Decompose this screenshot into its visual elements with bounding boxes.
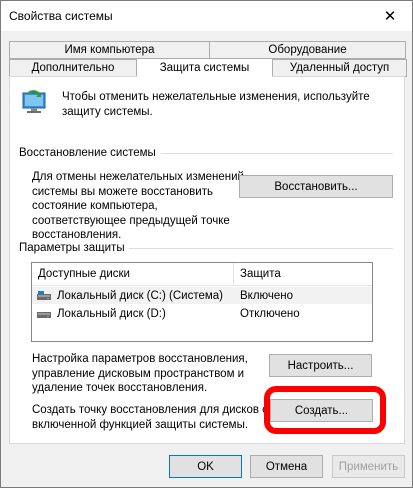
restore-button[interactable]: Восстановить... (239, 175, 393, 198)
tab-advanced[interactable]: Дополнительно (9, 59, 137, 77)
drive-name-cell: Локальный диск (D:) (32, 308, 234, 320)
tab-system-protection-label: Защита системы (159, 61, 250, 74)
window-title: Свойства системы (9, 9, 113, 23)
intro-text-line-1: Чтобы отменить нежелательные изменения, … (62, 91, 370, 103)
configure-desc-line: удаление точек восстановления. (32, 382, 208, 394)
tab-hardware[interactable]: Оборудование (209, 41, 406, 59)
system-properties-window: Свойства системы ✕ Имя компьютера Оборуд… (0, 0, 413, 488)
create-desc-line: включенной функцией защиты системы. (32, 418, 249, 431)
create-button[interactable]: Создать... (270, 399, 373, 422)
system-drive-icon (37, 290, 51, 301)
restore-divider (161, 153, 393, 154)
close-button[interactable]: ✕ (368, 1, 412, 31)
column-available-drives[interactable]: Доступные диски (32, 263, 234, 285)
ok-button[interactable]: OK (169, 455, 242, 478)
ok-button-label: OK (197, 460, 214, 473)
tab-row-bottom: Дополнительно Защита системы Удаленный д… (9, 58, 407, 77)
configure-button-label: Настроить... (287, 359, 354, 372)
tab-system-protection[interactable]: Защита системы (136, 58, 273, 77)
drives-list-header: Доступные диски Защита (32, 263, 372, 286)
tab-hardware-label: Оборудование (268, 44, 347, 56)
restore-desc-line: Для отмены нежелательных изменений (32, 171, 244, 183)
drive-name: Локальный диск (C:) (Система) (57, 289, 223, 302)
restore-desc-line: соответствующее предыдущей точке (32, 214, 230, 227)
configure-desc-line: Настройка параметров восстановления, (32, 353, 248, 365)
restore-desc-line: состояние компьютера, (32, 200, 158, 212)
tab-row-top: Имя компьютера Оборудование (9, 41, 406, 59)
drive-status: Отключено (240, 307, 300, 320)
restore-desc-line: системы вы можете восстановить (32, 185, 213, 198)
cancel-button[interactable]: Отмена (250, 455, 323, 478)
column-available-drives-label: Доступные диски (38, 268, 130, 280)
apply-button[interactable]: Применить (332, 455, 405, 478)
restore-button-label: Восстановить... (274, 180, 358, 193)
intro-text: Чтобы отменить нежелательные изменения, … (62, 90, 370, 120)
tab-computer-name-label: Имя компьютера (64, 44, 155, 56)
apply-button-label: Применить (338, 460, 399, 473)
cancel-button-label: Отмена (265, 460, 308, 473)
drive-row-c[interactable]: Локальный диск (C:) (Система) Включено (32, 287, 372, 304)
title-bar[interactable]: Свойства системы ✕ (1, 1, 412, 31)
column-protection[interactable]: Защита (234, 263, 372, 285)
tab-remote-label: Удаленный доступ (289, 62, 390, 74)
protection-heading-text: Параметры защиты (19, 242, 125, 254)
drive-row-d[interactable]: Локальный диск (D:) Отключено (32, 305, 372, 322)
tab-computer-name[interactable]: Имя компьютера (9, 41, 210, 59)
create-button-label: Создать... (294, 404, 349, 417)
protection-section-heading: Параметры защиты (19, 241, 125, 255)
close-icon: ✕ (383, 8, 397, 25)
create-description: Создать точку восстановления для дисков … (32, 403, 268, 432)
configure-description: Настройка параметров восстановления, упр… (32, 352, 248, 396)
drive-name: Локальный диск (D:) (57, 307, 166, 320)
column-protection-label: Защита (240, 268, 281, 280)
system-protection-icon (20, 90, 48, 116)
drive-status: Включено (240, 289, 294, 302)
tab-remote[interactable]: Удаленный доступ (272, 59, 407, 77)
create-desc-line: Создать точку восстановления для дисков … (32, 404, 268, 416)
configure-desc-line: управление дисковым пространством и (32, 367, 245, 380)
configure-button[interactable]: Настроить... (269, 354, 372, 377)
protection-divider (129, 248, 393, 249)
restore-description: Для отмены нежелательных изменений систе… (32, 170, 244, 243)
intro-text-line-2: защиту системы. (62, 106, 153, 118)
drives-list[interactable]: Доступные диски Защита Локальный диск (C… (31, 262, 373, 342)
drive-name-cell: Локальный диск (C:) (Система) (32, 290, 234, 302)
drive-icon (37, 309, 51, 319)
restore-heading-text: Восстановление системы (19, 147, 156, 159)
tab-advanced-label: Дополнительно (31, 62, 115, 74)
restore-section-heading: Восстановление системы (19, 146, 156, 160)
